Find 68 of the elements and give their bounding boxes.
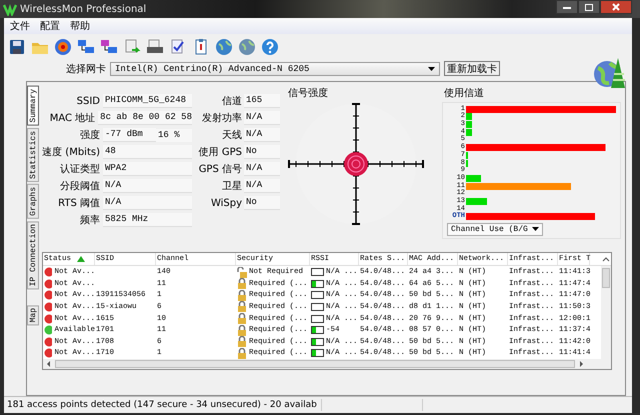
menu-item[interactable]: 文件 [10,19,30,33]
close-button[interactable] [600,0,632,14]
globe-icon[interactable] [215,38,233,56]
field-label: RTS 阈值 [57,197,101,210]
horizontal-scrollbar[interactable] [43,359,611,370]
maximize-button[interactable] [578,0,600,14]
panel-title: 信号强度 [288,86,329,100]
adapter-dropdown[interactable]: Intel(R) Centrino(R) Advanced-N 6205 [110,62,440,76]
side-tab[interactable]: Statistics [27,128,39,182]
field-value: N/A [244,128,280,142]
adapter-label: 选择网卡 [66,62,106,76]
field-value: 165 [244,94,280,108]
side-tab[interactable]: Map [27,305,39,326]
vertical-scrollbar[interactable] [601,266,611,360]
side-tab[interactable]: Summary [27,86,39,126]
help-icon[interactable] [261,38,279,56]
side-tab[interactable]: IP Connection [27,220,39,290]
minimize-icon [563,6,571,8]
reload-card-button[interactable]: 重新加载卡 [444,61,500,76]
field-label: 频率 [79,214,101,228]
field-value: N/A [244,111,280,126]
field-label: 天线 [221,128,243,142]
field-label: SSID [76,96,101,107]
maximize-icon [585,4,593,10]
field-label: 速度 (Mbits) [42,146,101,160]
field-value: 8c ab 8e 00 62 58 [98,111,192,126]
field-label: GPS 信号 [198,163,243,176]
field-value: PHICOMM_5G_6248 [103,94,192,108]
field-value: -77 dBm [103,128,156,142]
window-title: WirelessMon Professional [20,4,146,14]
caret-icon [532,227,539,232]
printer-icon[interactable] [146,38,164,56]
scroll-right-icon [577,360,585,368]
scroll-left-icon [45,360,53,368]
field-label: 强度 [79,128,101,142]
field-value: No [244,196,280,210]
field-label: 卫星 [221,180,243,194]
computers-icon[interactable] [77,38,95,56]
field-label: 使用 GPS [198,146,243,160]
field-label: MAC 地址 [48,112,96,126]
menu-item[interactable]: 配置 [40,19,60,33]
computers-icon[interactable] [100,38,118,56]
field-value: 16 % [156,128,192,142]
field-value: WPA2 [103,162,192,176]
channel-bar [466,198,487,205]
field-value: N/A [244,162,280,176]
field-value: 48 [103,145,192,160]
status-text: 181 access points detected (147 secure - 34 unsecured) - 20 availab [6,400,318,410]
field-value: N/A [103,179,192,194]
field-value: No [244,145,280,160]
channel-mode-dropdown[interactable]: Channel Use (B/G [447,222,543,236]
field-value: 5825 MHz [103,213,192,228]
field-label: 发射功率 [201,112,243,126]
field-label: 信道 [221,95,243,108]
panel-title: 使用信道 [444,87,485,100]
globe-icon[interactable] [238,38,256,56]
side-tab[interactable]: Graphs [27,184,39,219]
minimize-button[interactable] [556,0,578,14]
field-value: N/A [103,196,192,210]
app-icon [3,2,17,16]
menu-item[interactable]: 帮助 [70,19,90,33]
floppy-icon[interactable] [8,38,26,56]
caret-icon [428,66,435,71]
field-label: WiSpy [210,198,243,209]
field-label: 认证类型 [59,162,101,176]
close-icon [612,3,620,11]
field-value: N/A [244,179,280,194]
field-label: 分段阈值 [59,180,101,194]
